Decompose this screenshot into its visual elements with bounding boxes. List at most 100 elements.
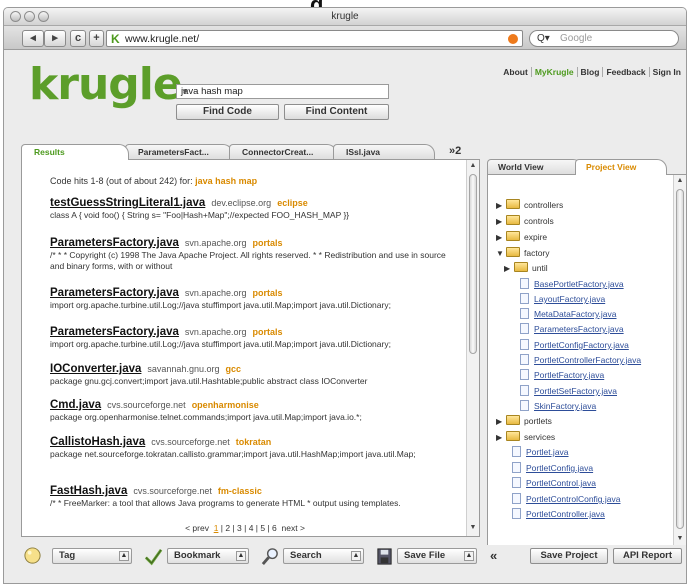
prev-page-link[interactable]: < prev xyxy=(185,523,209,533)
tree-file[interactable]: LayoutFactory.java xyxy=(520,293,605,304)
result-project[interactable]: portals xyxy=(252,288,282,298)
results-scrollbar[interactable]: ▲ ▼ xyxy=(466,160,479,536)
page-link-6[interactable]: 6 xyxy=(272,523,277,533)
result-title[interactable]: ParametersFactory.java xyxy=(50,326,179,338)
tree-folder[interactable]: ▼ factory xyxy=(496,247,550,258)
result-project[interactable]: portals xyxy=(252,327,282,337)
page-link-4[interactable]: 4 xyxy=(249,523,254,533)
api-report-button[interactable]: API Report xyxy=(613,548,682,564)
result-title[interactable]: ParametersFactory.java xyxy=(50,287,179,299)
tree-file[interactable]: SkinFactory.java xyxy=(520,400,596,411)
tab-results[interactable]: Results xyxy=(21,144,129,160)
result-title[interactable]: FastHash.java xyxy=(50,485,127,497)
expand-icon[interactable]: ▶ xyxy=(496,233,506,242)
tab-connector-creator[interactable]: ConnectorCreat... xyxy=(229,144,337,159)
page-link-2[interactable]: 2 xyxy=(225,523,230,533)
back-button[interactable]: ◂ xyxy=(22,30,44,47)
feedback-link[interactable]: Feedback xyxy=(602,67,649,77)
next-page-link[interactable]: next > xyxy=(282,523,305,533)
tree-file[interactable]: PortletConfig.java xyxy=(512,462,593,473)
browser-search-field[interactable]: Q▾ Google xyxy=(529,30,679,47)
result-project[interactable]: gcc xyxy=(225,364,241,374)
result-project[interactable]: openharmonise xyxy=(192,400,259,410)
save-file-select[interactable]: Save File ▲ xyxy=(397,548,477,564)
page-link-5[interactable]: 5 xyxy=(260,523,265,533)
result-title[interactable]: ParametersFactory.java xyxy=(50,237,179,249)
tag-icon[interactable] xyxy=(23,547,42,566)
mykrugle-link[interactable]: MyKrugle xyxy=(530,67,577,77)
scroll-down-icon[interactable]: ▼ xyxy=(468,524,478,534)
add-bookmark-button[interactable]: + xyxy=(89,30,104,47)
find-content-button[interactable]: Find Content xyxy=(284,104,389,120)
collapse-panel-button[interactable]: « xyxy=(490,548,497,563)
tab-issl-java[interactable]: ISsl.java xyxy=(333,144,435,159)
result-project[interactable]: tokratan xyxy=(236,437,272,447)
tree-folder[interactable]: ▶ until xyxy=(504,262,548,273)
url-text[interactable]: www.krugle.net/ xyxy=(125,33,199,45)
find-code-button[interactable]: Find Code xyxy=(176,104,279,120)
tree-file[interactable]: PortletControllerFactory.java xyxy=(520,354,641,365)
tree-file[interactable]: MetaDataFactory.java xyxy=(520,308,617,319)
tree-folder[interactable]: ▶ expire xyxy=(496,231,547,242)
tree-file[interactable]: PortletController.java xyxy=(512,508,605,519)
expand-icon[interactable]: ▶ xyxy=(496,201,506,210)
scroll-down-icon[interactable]: ▼ xyxy=(675,535,685,545)
tree-file[interactable]: ParametersFactory.java xyxy=(520,323,624,334)
bookmark-select[interactable]: Bookmark ▲ xyxy=(167,548,249,564)
go-icon[interactable] xyxy=(508,34,518,44)
tab-project-view[interactable]: Project View xyxy=(575,159,667,175)
tree-file[interactable]: BasePortletFactory.java xyxy=(520,278,624,289)
scroll-thumb[interactable] xyxy=(676,189,684,529)
tag-select[interactable]: Tag ▲ xyxy=(52,548,132,564)
more-tabs-button[interactable]: »2 xyxy=(449,145,461,157)
about-link[interactable]: About xyxy=(500,67,531,77)
chevron-up-icon[interactable]: ▲ xyxy=(236,551,246,561)
tree-file[interactable]: PortletControl.java xyxy=(512,477,596,488)
expand-icon[interactable]: ▶ xyxy=(496,433,506,442)
scroll-thumb[interactable] xyxy=(469,174,477,354)
tree-file[interactable]: PortletSetFactory.java xyxy=(520,385,617,396)
url-bar[interactable]: K www.krugle.net/ xyxy=(106,30,523,47)
disk-icon[interactable] xyxy=(375,547,394,566)
tree-file[interactable]: PortletFactory.java xyxy=(520,369,604,380)
result-title[interactable]: testGuessStringLiteral1.java xyxy=(50,197,205,209)
tree-scrollbar[interactable]: ▲ ▼ xyxy=(673,175,686,547)
tree-file[interactable]: PortletConfigFactory.java xyxy=(520,339,629,350)
save-project-button[interactable]: Save Project xyxy=(530,548,608,564)
chevron-up-icon[interactable]: ▲ xyxy=(351,551,361,561)
tree-folder[interactable]: ▶ portlets xyxy=(496,415,552,426)
result-project[interactable]: eclipse xyxy=(277,198,308,208)
page-link-1[interactable]: 1 xyxy=(214,523,219,533)
magnifier-icon[interactable] xyxy=(261,547,280,566)
scroll-up-icon[interactable]: ▲ xyxy=(468,162,478,172)
tab-parameters-factory[interactable]: ParametersFact... xyxy=(125,144,233,159)
tree-folder[interactable]: ▶ controls xyxy=(496,215,554,226)
tree-file[interactable]: Portlet.java xyxy=(512,446,569,457)
scroll-up-icon[interactable]: ▲ xyxy=(675,177,685,187)
krugle-logo[interactable]: krugle xyxy=(29,59,183,110)
result-project[interactable]: fm-classic xyxy=(218,486,262,496)
chevron-down-icon[interactable]: ▼ xyxy=(181,87,385,96)
search-select[interactable]: Search ▲ xyxy=(283,548,364,564)
chevron-up-icon[interactable]: ▲ xyxy=(464,551,474,561)
result-title[interactable]: CallistoHash.java xyxy=(50,436,145,448)
result-project[interactable]: portals xyxy=(252,238,282,248)
sign-in-link[interactable]: Sign In xyxy=(648,67,684,77)
tree-file[interactable]: PortletControlConfig.java xyxy=(512,493,621,504)
tree-folder[interactable]: ▶ controllers xyxy=(496,199,563,210)
search-engine-icon[interactable]: Q▾ xyxy=(537,33,550,44)
query-select[interactable]: java hash map ▼ xyxy=(176,84,389,99)
result-title[interactable]: Cmd.java xyxy=(50,399,101,411)
forward-button[interactable]: ▸ xyxy=(44,30,66,47)
expand-icon[interactable]: ▶ xyxy=(496,217,506,226)
expand-icon[interactable]: ▶ xyxy=(496,417,506,426)
checkmark-icon[interactable] xyxy=(144,547,163,566)
result-title[interactable]: IOConverter.java xyxy=(50,363,141,375)
expand-icon[interactable]: ▶ xyxy=(504,264,514,273)
blog-link[interactable]: Blog xyxy=(576,67,603,77)
tree-folder[interactable]: ▶ services xyxy=(496,431,555,442)
page-link-3[interactable]: 3 xyxy=(237,523,242,533)
reload-button[interactable]: c xyxy=(70,30,86,47)
collapse-icon[interactable]: ▼ xyxy=(496,249,506,258)
chevron-up-icon[interactable]: ▲ xyxy=(119,551,129,561)
